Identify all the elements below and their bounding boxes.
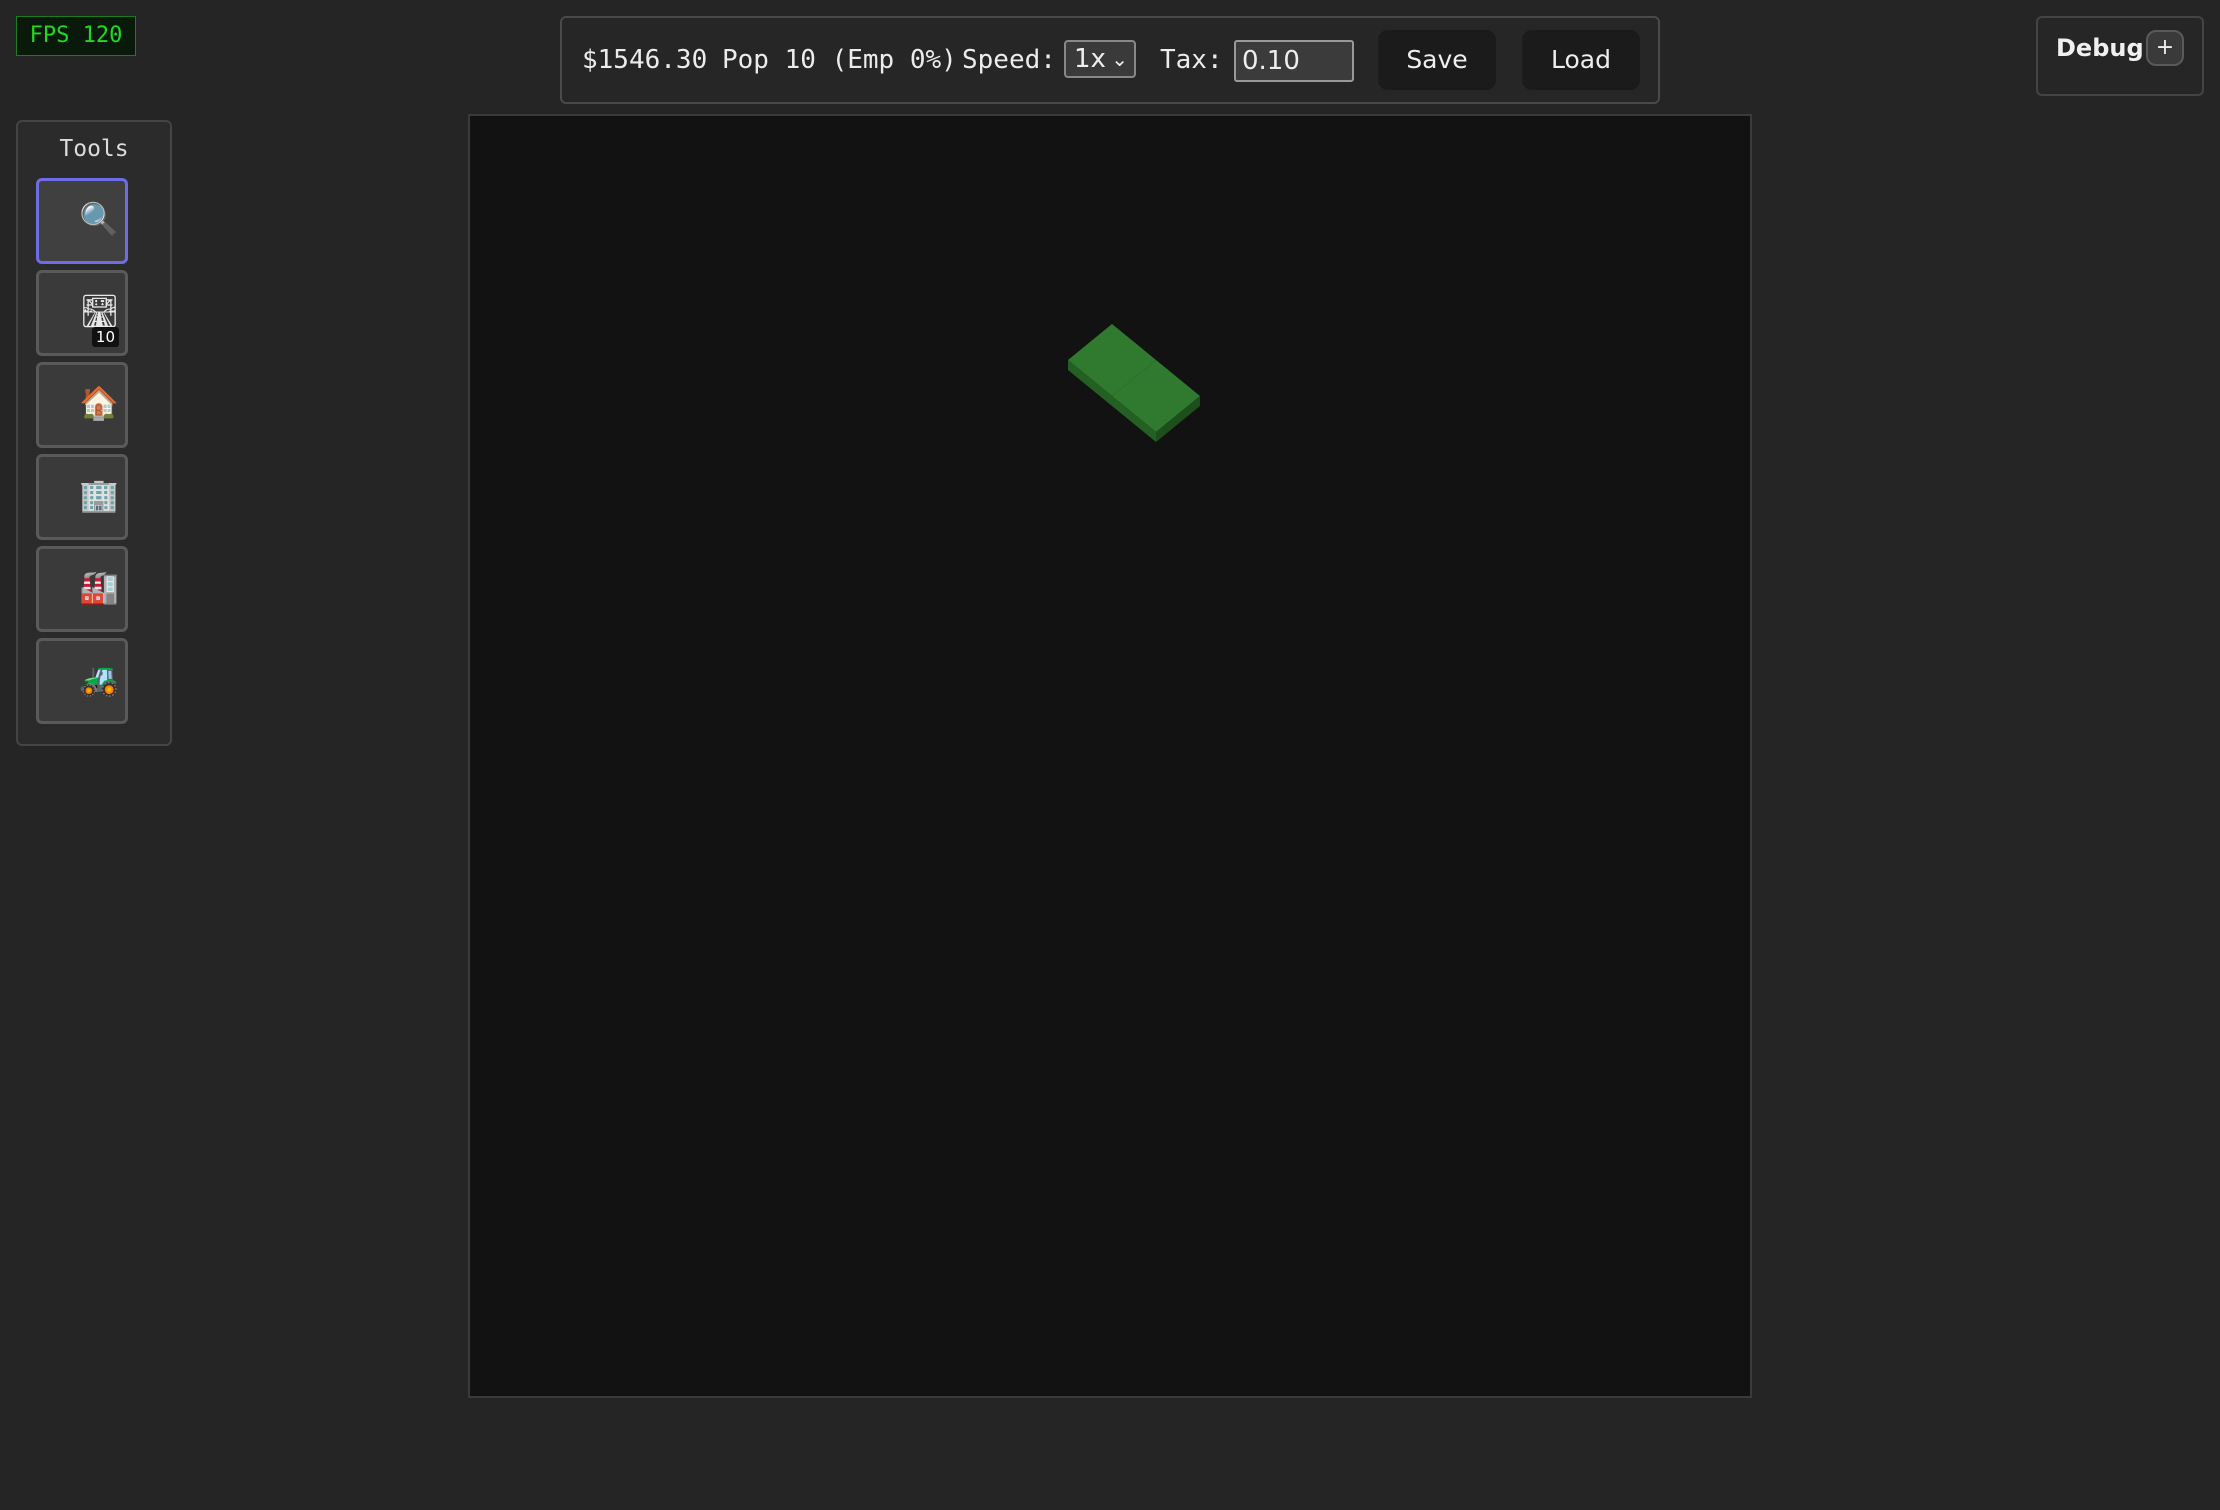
chevron-down-icon: ⌄ bbox=[1111, 47, 1128, 71]
debug-expand-button[interactable]: + bbox=[2146, 30, 2184, 66]
isometric-map[interactable] bbox=[470, 116, 1750, 1396]
office-building-icon: 🏢 bbox=[79, 476, 119, 514]
magnifier-icon: 🔍 bbox=[79, 200, 119, 238]
load-button[interactable]: Load bbox=[1522, 30, 1640, 90]
tax-input[interactable]: 0.10 bbox=[1234, 40, 1354, 82]
tax-label: Tax: bbox=[1160, 45, 1223, 75]
speed-label: Speed: bbox=[962, 45, 1056, 75]
road-icon: 🛣 bbox=[79, 292, 120, 330]
tool-inspect-button[interactable]: 🔍 bbox=[36, 178, 128, 264]
debug-label: Debug bbox=[2056, 34, 2144, 62]
tool-road-button[interactable]: 🛣 10 bbox=[36, 270, 128, 356]
factory-icon: 🏭 bbox=[79, 568, 119, 606]
house-icon: 🏠 bbox=[79, 384, 119, 422]
tool-commercial-button[interactable]: 🏢 bbox=[36, 454, 128, 540]
tractor-icon: 🚜 bbox=[79, 660, 119, 698]
road-count-badge: 10 bbox=[91, 327, 119, 347]
fps-counter: FPS 120 bbox=[16, 16, 136, 56]
population-display: Pop 10 (Emp 0%) bbox=[722, 45, 957, 75]
speed-value: 1x bbox=[1074, 44, 1106, 74]
tool-residential-button[interactable]: 🏠 bbox=[36, 362, 128, 448]
debug-panel: Debug + bbox=[2036, 16, 2204, 96]
speed-select[interactable]: 1x ⌄ bbox=[1064, 40, 1136, 78]
tools-title: Tools bbox=[59, 136, 129, 162]
tool-industrial-button[interactable]: 🏭 bbox=[36, 546, 128, 632]
money-display: $1546.30 bbox=[582, 45, 708, 75]
game-viewport[interactable] bbox=[468, 114, 1752, 1398]
save-button[interactable]: Save bbox=[1378, 30, 1496, 90]
top-toolbar: $1546.30 Pop 10 (Emp 0%) Speed: 1x ⌄ Tax… bbox=[560, 16, 1660, 104]
tool-bulldoze-button[interactable]: 🚜 bbox=[36, 638, 128, 724]
tools-panel: Tools 🔍 🛣 10 🏠 🏢 🏭 🚜 bbox=[16, 120, 172, 746]
